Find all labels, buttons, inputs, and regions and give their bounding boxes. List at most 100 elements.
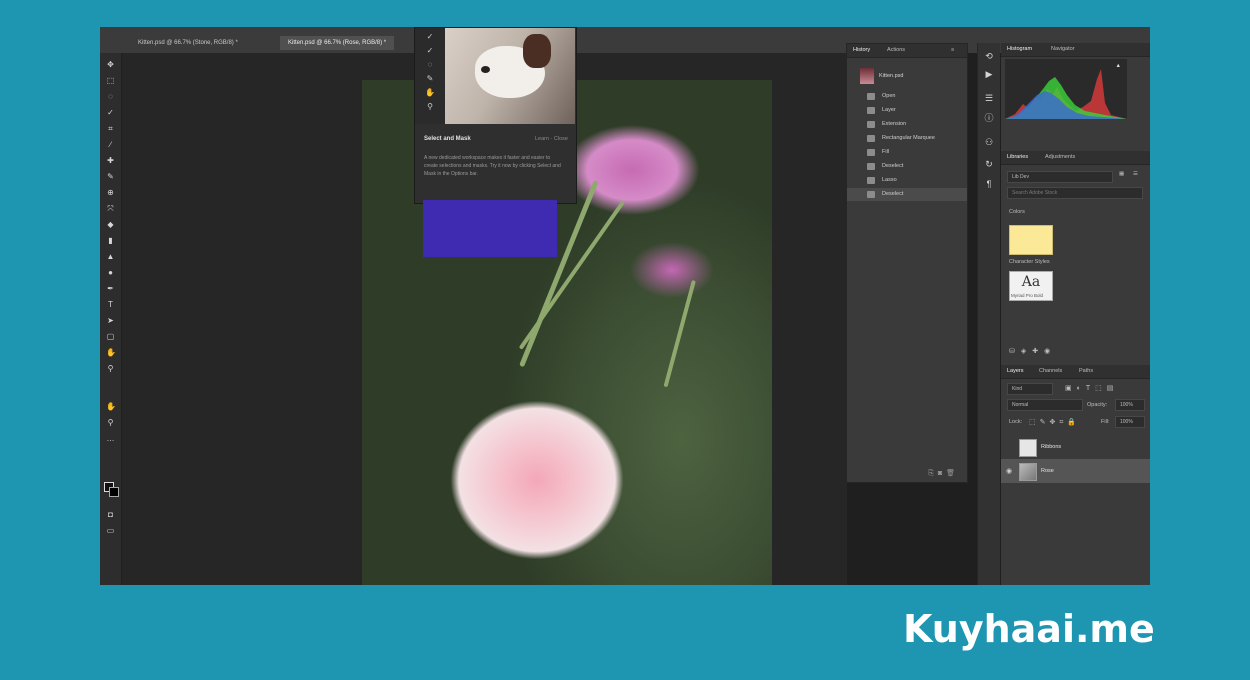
screen-mode-icon[interactable]: ▭ (106, 527, 115, 535)
warning-icon[interactable]: ▲ (1116, 63, 1121, 69)
tab-layers[interactable]: Layers (1007, 368, 1024, 374)
layer-row-selected[interactable]: ◉ Rose (1001, 459, 1150, 483)
library-select[interactable]: Lib Dev (1007, 171, 1113, 183)
opacity-label: Opacity: (1087, 402, 1108, 408)
history-item-label: Layer (882, 107, 896, 113)
tab-adjustments[interactable]: Adjustments (1045, 154, 1075, 160)
brush-tool-icon[interactable]: ✎ (106, 173, 115, 181)
pen-tool-icon[interactable]: ✒ (106, 285, 115, 293)
color-swatch-yellow[interactable] (1009, 225, 1053, 255)
panel-menu-icon[interactable]: ≡ (951, 47, 954, 53)
history-item[interactable]: Layer (847, 104, 967, 117)
tab-libraries[interactable]: Libraries (1007, 154, 1028, 160)
layer-thumbnail (1019, 439, 1037, 457)
tooltip-links[interactable]: Learn · Close (535, 136, 568, 142)
dodge-tool-icon[interactable]: ● (106, 269, 115, 277)
history-item[interactable]: Open (847, 90, 967, 103)
path-selection-tool-icon[interactable]: ➤ (106, 317, 115, 325)
gradient-tool-icon[interactable]: ▮ (106, 237, 115, 245)
tab-histogram[interactable]: Histogram (1007, 46, 1032, 52)
history-item[interactable]: Rectangular Marquee (847, 132, 967, 145)
tab-history[interactable]: History (853, 47, 870, 53)
move-tool-icon[interactable]: ✥ (106, 61, 115, 69)
blur-tool-icon[interactable]: ▲ (106, 253, 115, 261)
char-style-sample-text: Aa (1021, 274, 1041, 290)
character-styles-heading: Character Styles (1009, 259, 1050, 265)
lasso-icon: ◌ (427, 60, 433, 69)
history-footer-icons[interactable]: ⎘◙🗑 (928, 469, 959, 478)
list-view-icon[interactable]: ☰ (1133, 171, 1138, 177)
eye-icon[interactable]: ◉ (1006, 467, 1012, 475)
crop-tool-icon[interactable]: ⌗ (106, 125, 115, 133)
history-item[interactable]: Fill (847, 146, 967, 159)
opacity-field[interactable]: 100% (1115, 399, 1145, 411)
hand-tool-icon[interactable]: ✋ (106, 349, 116, 357)
people-panel-icon[interactable]: ⚇ (984, 137, 994, 147)
history-snapshot[interactable]: Kitten.psd (847, 66, 967, 86)
layer-thumbnail (1019, 463, 1037, 481)
history-item-label: Fill (882, 149, 890, 155)
tooltip-accent-box (423, 200, 557, 257)
history-step-icon (867, 135, 875, 142)
hand-tool-alt-icon[interactable]: ✋ (106, 403, 116, 411)
adjustments-panel-icon[interactable]: ☰ (984, 93, 994, 103)
stock-search-input[interactable]: Search Adobe Stock (1007, 187, 1143, 199)
lock-icons[interactable]: ⬚✎✥⌗🔒 (1029, 418, 1080, 427)
quick-selection-tool-icon[interactable]: ✓ (106, 109, 115, 117)
type-tool-icon[interactable]: T (106, 301, 115, 309)
eraser-tool-icon[interactable]: ◆ (106, 221, 115, 229)
history-item[interactable]: Deselect (847, 160, 967, 173)
fill-label: Fill: (1101, 419, 1110, 425)
fill-field[interactable]: 100% (1115, 416, 1145, 428)
history-item-label: Lasso (882, 177, 897, 183)
tab-paths[interactable]: Paths (1079, 368, 1093, 374)
eyedropper-tool-icon[interactable]: ∕ (106, 141, 115, 149)
paths-panel-icon[interactable]: ↻ (984, 159, 994, 169)
tooltip-description: A new dedicated workspace makes it faste… (424, 155, 561, 177)
info-panel-icon[interactable]: ⓘ (984, 113, 994, 123)
history-panel: History Actions ≡ Kitten.psd Open Layer … (846, 43, 968, 483)
layer-row[interactable]: Ribbons (1001, 435, 1150, 459)
lock-label: Lock: (1009, 419, 1023, 425)
healing-brush-tool-icon[interactable]: ✚ (106, 157, 115, 165)
layer-filter-select[interactable]: Kind (1007, 383, 1053, 395)
background-color-swatch[interactable] (109, 487, 119, 497)
history-item[interactable]: Extension (847, 118, 967, 131)
more-tools-icon[interactable]: … (106, 435, 115, 443)
tab-navigator[interactable]: Navigator (1051, 46, 1075, 52)
actions-panel-icon[interactable]: ▶ (984, 69, 994, 79)
tools-panel: ✥ ⬚ ◌ ✓ ⌗ ∕ ✚ ✎ ⊕ ⤧ ◆ ▮ ▲ ● ✒ T ➤ ▢ ✋ ⚲ … (100, 53, 122, 585)
rectangle-tool-icon[interactable]: ▢ (106, 333, 115, 341)
whats-new-tooltip: ✓ ✓ ◌ ✎ ✋ ⚲ Select and Mask Learn · Clos… (414, 27, 577, 204)
zoom-tool-alt-icon[interactable]: ⚲ (106, 419, 115, 427)
history-item-selected[interactable]: Deselect (847, 188, 967, 201)
history-brush-tool-icon[interactable]: ⤧ (106, 205, 115, 213)
layer-filter-icons[interactable]: ▣◐T⬚▤ (1065, 384, 1118, 392)
flower-stem (663, 280, 696, 388)
brush-icon: ✎ (426, 74, 434, 83)
tooltip-preview-image-dog (445, 28, 575, 124)
paragraph-panel-icon[interactable]: ¶ (984, 179, 994, 189)
magic-wand-icon: ✓ (426, 46, 434, 55)
history-panel-icon[interactable]: ⟲ (984, 51, 994, 61)
libraries-footer-icons[interactable]: ⛁◈✚◉ (1009, 347, 1056, 355)
history-step-icon (867, 107, 875, 114)
lasso-tool-icon[interactable]: ◌ (106, 93, 115, 101)
history-item[interactable]: Lasso (847, 174, 967, 187)
document-tab-rose[interactable]: Kitten.psd @ 66.7% (Rose, RGB/8) * (280, 36, 395, 50)
tab-actions[interactable]: Actions (887, 47, 905, 53)
blend-mode-select[interactable]: Normal (1007, 399, 1083, 411)
tab-channels[interactable]: Channels (1039, 368, 1062, 374)
snapshot-label: Kitten.psd (879, 73, 904, 79)
history-step-icon (867, 163, 875, 170)
marquee-tool-icon[interactable]: ⬚ (106, 77, 115, 85)
history-step-icon (867, 177, 875, 184)
clone-stamp-tool-icon[interactable]: ⊕ (106, 189, 115, 197)
document-tab-stone[interactable]: Kitten.psd @ 66.7% (Stone, RGB/8) * (130, 36, 246, 50)
grid-view-icon[interactable]: ▦ (1119, 171, 1124, 177)
quick-mask-icon[interactable]: ◘ (106, 511, 115, 519)
history-step-icon (867, 121, 875, 128)
history-item-label: Rectangular Marquee (882, 135, 935, 141)
zoom-tool-icon[interactable]: ⚲ (106, 365, 115, 373)
libraries-panel-header: Libraries Adjustments (1001, 151, 1150, 165)
